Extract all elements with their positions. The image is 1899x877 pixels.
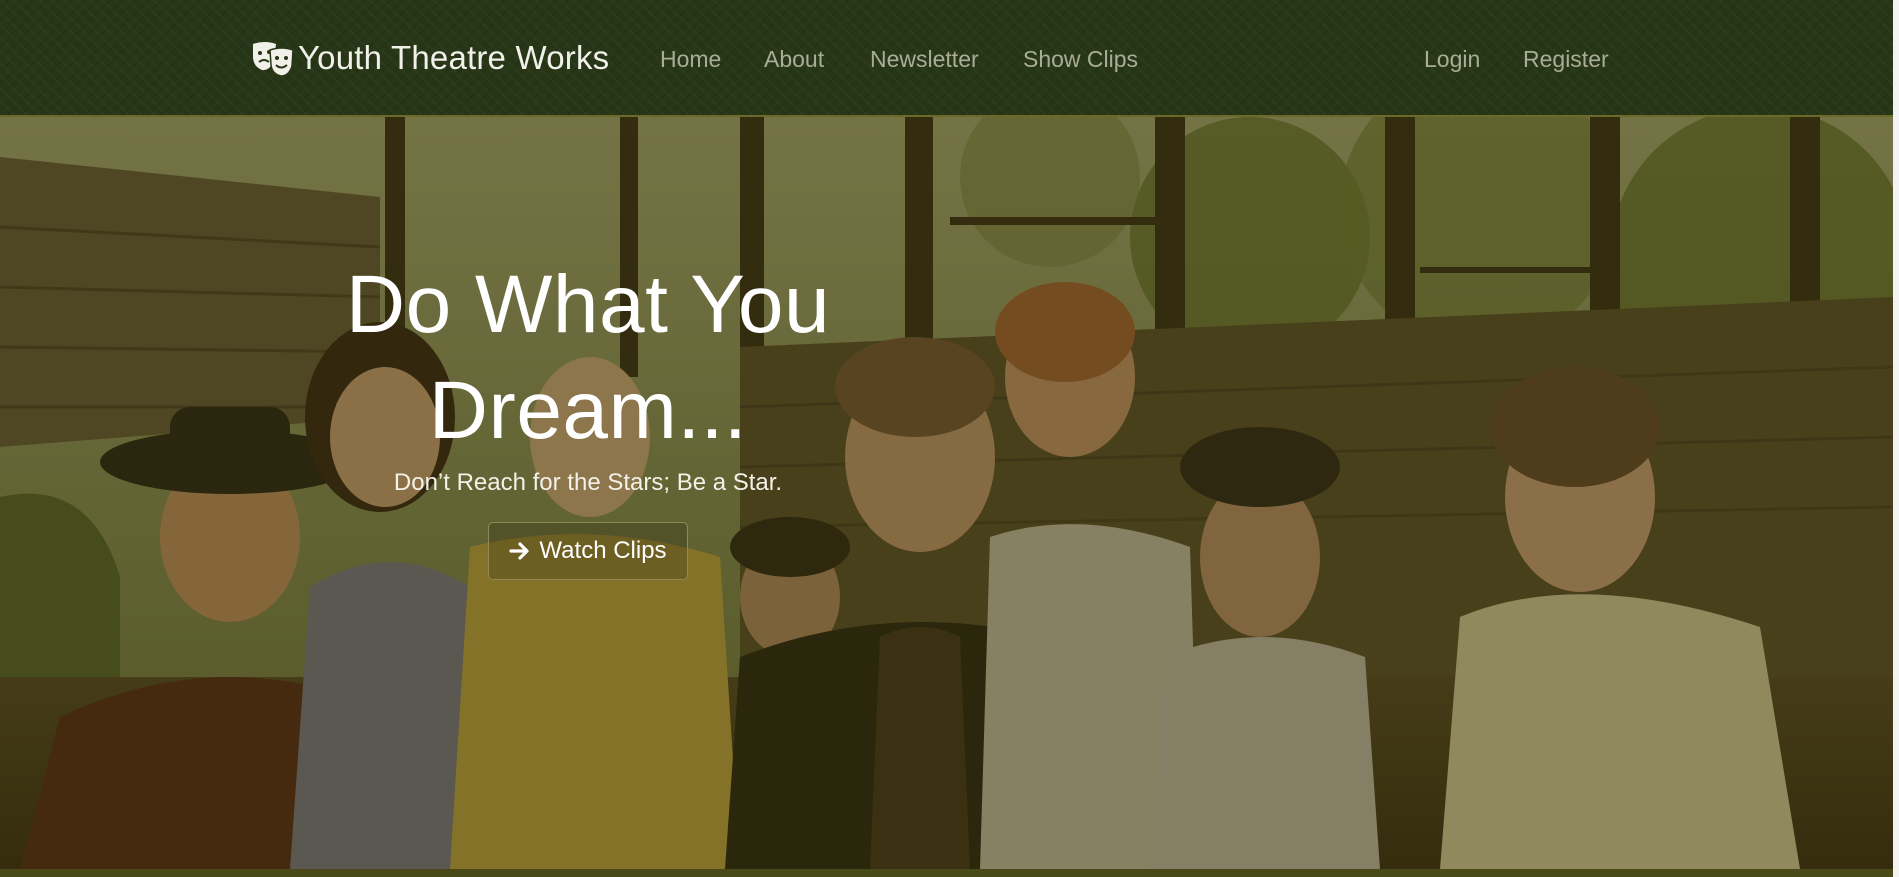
theatre-masks-icon [253, 42, 294, 77]
hero-title: Do What You Dream... [280, 252, 896, 464]
top-navbar: Youth Theatre Works Home About Newslette… [0, 0, 1893, 117]
hero-section: Do What You Dream... Don’t Reach for the… [0, 117, 1893, 869]
hero-title-line-2: Dream... [428, 365, 748, 456]
nav-home[interactable]: Home [660, 46, 721, 73]
nav-about[interactable]: About [764, 46, 824, 73]
brand-name: Youth Theatre Works [298, 39, 610, 76]
nav-newsletter[interactable]: Newsletter [870, 46, 979, 73]
hero-title-line-1: Do What You [345, 259, 831, 350]
scrollbar-track[interactable] [1893, 0, 1899, 877]
brand-link[interactable]: Youth Theatre Works [250, 38, 609, 78]
hero-subtitle: Don’t Reach for the Stars; Be a Star. [393, 469, 783, 496]
watch-clips-button[interactable]: Watch Clips [488, 522, 688, 580]
nav-show-clips[interactable]: Show Clips [1023, 46, 1138, 73]
watch-clips-label: Watch Clips [539, 537, 667, 564]
nav-register[interactable]: Register [1523, 46, 1609, 73]
bottom-border [0, 869, 1893, 877]
nav-login[interactable]: Login [1424, 46, 1480, 73]
arrow-right-icon [509, 542, 530, 560]
